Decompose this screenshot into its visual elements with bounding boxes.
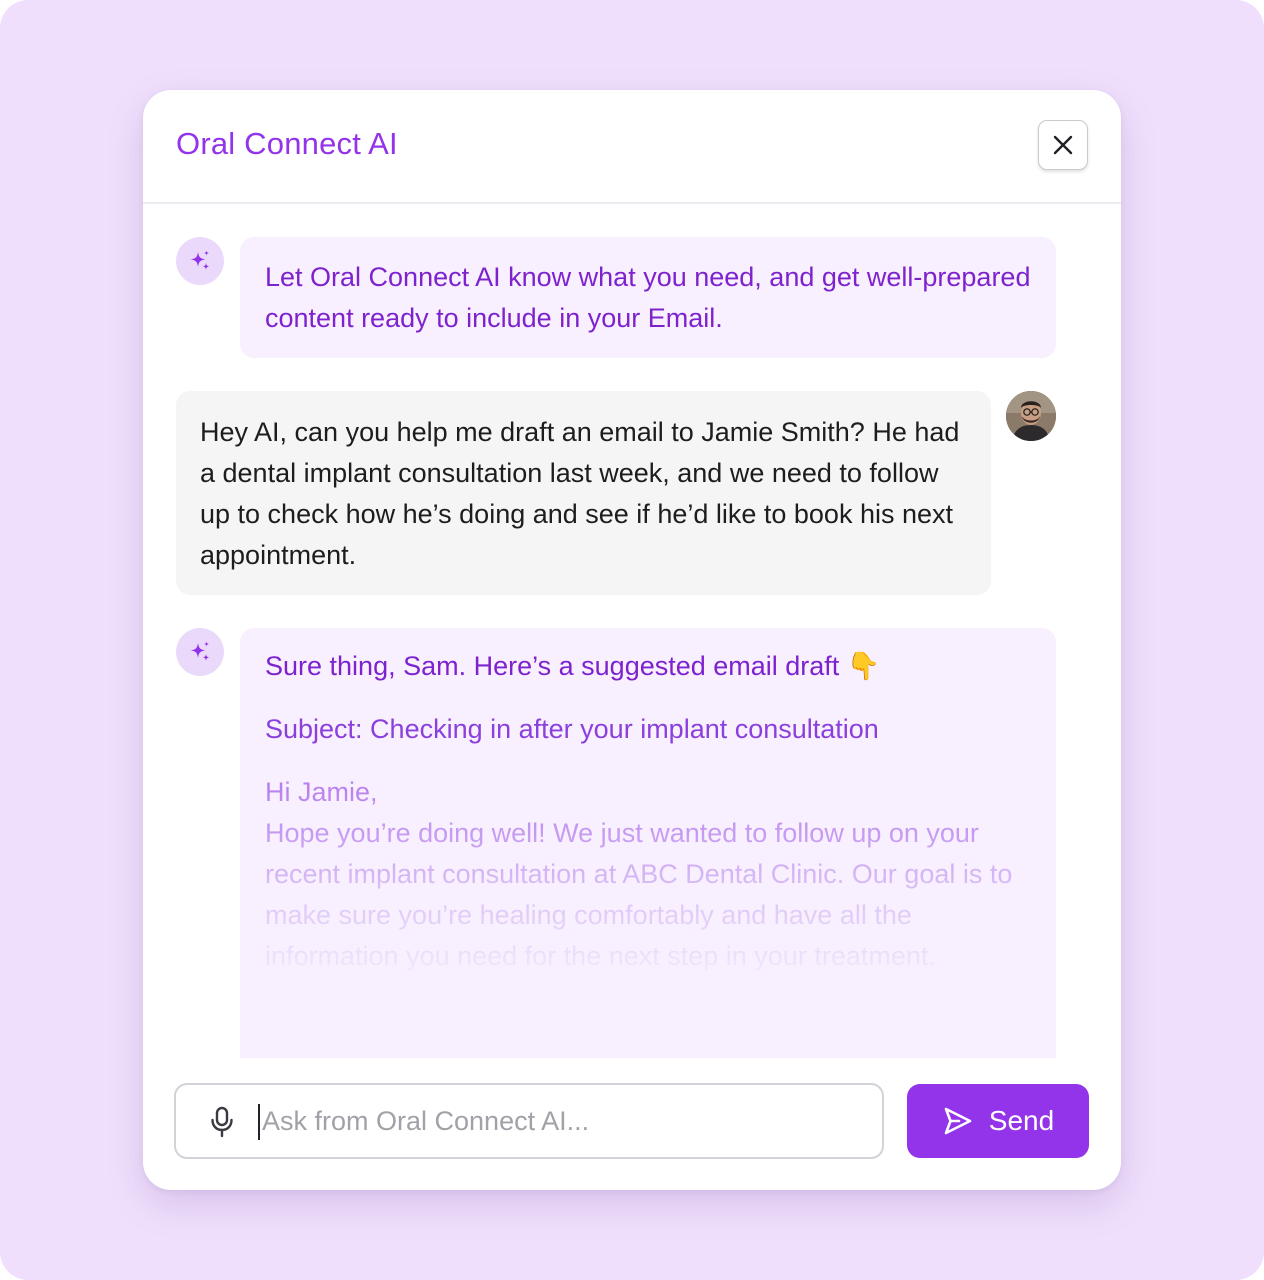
assistant-message: Let Oral Connect AI know what you need, … — [240, 237, 1056, 358]
close-button[interactable] — [1038, 120, 1088, 170]
chat-input-box[interactable] — [174, 1083, 884, 1159]
close-icon — [1053, 135, 1073, 155]
text-caret — [258, 1104, 260, 1140]
sparkles-icon — [190, 641, 210, 661]
dialog-header: Oral Connect AI — [143, 90, 1121, 204]
email-body-text: Hope you’re doing well! We just wanted t… — [265, 818, 1013, 971]
message-text: Let Oral Connect AI know what you need, … — [265, 262, 1031, 333]
scroll-fade — [240, 995, 1056, 1048]
assistant-avatar — [176, 237, 224, 285]
page-background: Oral Connect AI Let Oral Connect AI know… — [0, 0, 1264, 1280]
email-greeting: Hi Jamie, — [265, 777, 378, 807]
user-message: Hey AI, can you help me draft an email t… — [176, 391, 991, 595]
sparkles-icon — [190, 250, 210, 270]
send-button-label: Send — [988, 1105, 1055, 1136]
draft-intro: Sure thing, Sam. Here’s a suggested emai… — [265, 651, 881, 681]
microphone-icon[interactable] — [208, 1106, 236, 1138]
email-subject: Subject: Checking in after your implant … — [265, 714, 879, 744]
send-button[interactable]: Send — [907, 1084, 1089, 1158]
dialog-title: Oral Connect AI — [176, 126, 398, 161]
user-avatar — [1006, 391, 1056, 441]
assistant-draft-message: Sure thing, Sam. Here’s a suggested emai… — [240, 628, 1056, 1058]
user-photo — [1006, 391, 1056, 441]
ai-chat-dialog: Oral Connect AI Let Oral Connect AI know… — [143, 90, 1121, 1190]
message-text: Hey AI, can you help me draft an email t… — [200, 417, 960, 570]
chat-input[interactable] — [262, 1085, 862, 1157]
email-draft-body: Hi Jamie, Hope you’re doing well! We jus… — [265, 772, 1032, 977]
assistant-avatar — [176, 628, 224, 676]
send-icon — [944, 1107, 972, 1135]
